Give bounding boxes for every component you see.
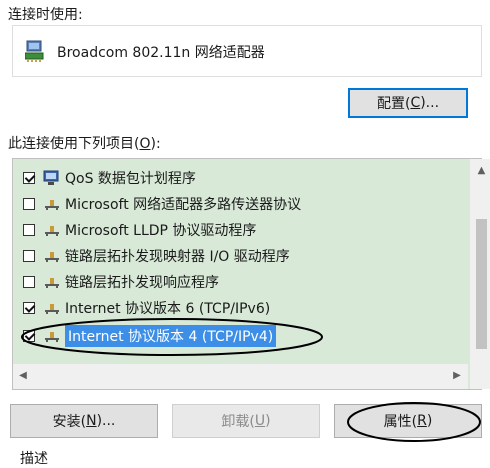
list-item-lltd-mapper[interactable]: 链路层拓扑发现映射器 I/O 驱动程序 <box>13 243 458 269</box>
checkbox[interactable] <box>23 224 35 236</box>
scroll-right-icon[interactable]: ▶ <box>449 370 465 381</box>
annotation-ellipse <box>21 318 323 356</box>
scroll-up-icon[interactable]: ▲ <box>470 165 490 176</box>
horizontal-scrollbar[interactable]: ◀ ▶ <box>13 363 468 389</box>
network-adapter-icon <box>25 40 44 62</box>
checkbox[interactable] <box>23 250 35 262</box>
checkbox[interactable] <box>23 172 35 184</box>
connect-using-label: 连接时使用: <box>8 7 83 23</box>
adapter-box: Broadcom 802.11n 网络适配器 <box>12 25 482 77</box>
install-button-hotkey: N <box>86 413 97 429</box>
description-label: 描述 <box>20 451 48 467</box>
uninstall-button-label: 卸载( <box>221 414 255 430</box>
checkbox[interactable] <box>23 276 35 288</box>
uninstall-button[interactable]: 卸载(U) <box>172 404 320 438</box>
protocol-icon <box>45 252 59 262</box>
qos-scheduler-icon <box>43 170 59 185</box>
configure-button-label: 配置( <box>376 96 411 112</box>
configure-button-suffix: )... <box>420 95 440 111</box>
scroll-thumb[interactable] <box>476 219 487 349</box>
list-item-lltd-responder[interactable]: 链路层拓扑发现响应程序 <box>13 269 458 295</box>
list-item-label: QoS 数据包计划程序 <box>65 171 196 187</box>
list-item-label: Microsoft LLDP 协议驱动程序 <box>65 223 257 239</box>
configure-button[interactable]: 配置(C)... <box>348 88 468 118</box>
items-label-suffix: ): <box>150 136 161 152</box>
list-item-multiplexor[interactable]: Microsoft 网络适配器多路传送器协议 <box>13 191 458 217</box>
adapter-name: Broadcom 802.11n 网络适配器 <box>57 45 265 61</box>
annotation-ellipse-properties <box>347 402 481 442</box>
scroll-left-icon[interactable]: ◀ <box>15 370 31 381</box>
uninstall-button-hotkey: U <box>254 413 266 429</box>
list-item-label: 链路层拓扑发现映射器 I/O 驱动程序 <box>65 249 290 265</box>
protocol-icon <box>45 200 59 210</box>
list-item-label: 链路层拓扑发现响应程序 <box>65 275 219 291</box>
uninstall-button-suffix: ) <box>265 413 271 429</box>
list-item-qos[interactable]: QoS 数据包计划程序 <box>13 165 458 191</box>
items-label-hotkey: O <box>139 136 151 152</box>
components-list[interactable]: QoS 数据包计划程序 Microsoft 网络适配器多路传送器协议 Micro… <box>12 158 490 390</box>
items-label: 此连接使用下列项目(O): <box>8 133 161 153</box>
checkbox[interactable] <box>23 198 35 210</box>
protocol-icon <box>45 226 59 236</box>
protocol-icon <box>45 304 59 314</box>
configure-button-hotkey: C <box>410 95 421 111</box>
checkbox[interactable] <box>23 302 35 314</box>
install-button-suffix: )... <box>96 413 116 429</box>
install-button[interactable]: 安装(N)... <box>10 404 158 438</box>
list-item-label: Microsoft 网络适配器多路传送器协议 <box>65 197 302 213</box>
items-label-text: 此连接使用下列项目( <box>8 136 140 152</box>
vertical-scrollbar[interactable]: ▲ <box>469 159 490 389</box>
protocol-icon <box>45 278 59 288</box>
install-button-label: 安装( <box>52 414 87 430</box>
list-item-lldp[interactable]: Microsoft LLDP 协议驱动程序 <box>13 217 458 243</box>
